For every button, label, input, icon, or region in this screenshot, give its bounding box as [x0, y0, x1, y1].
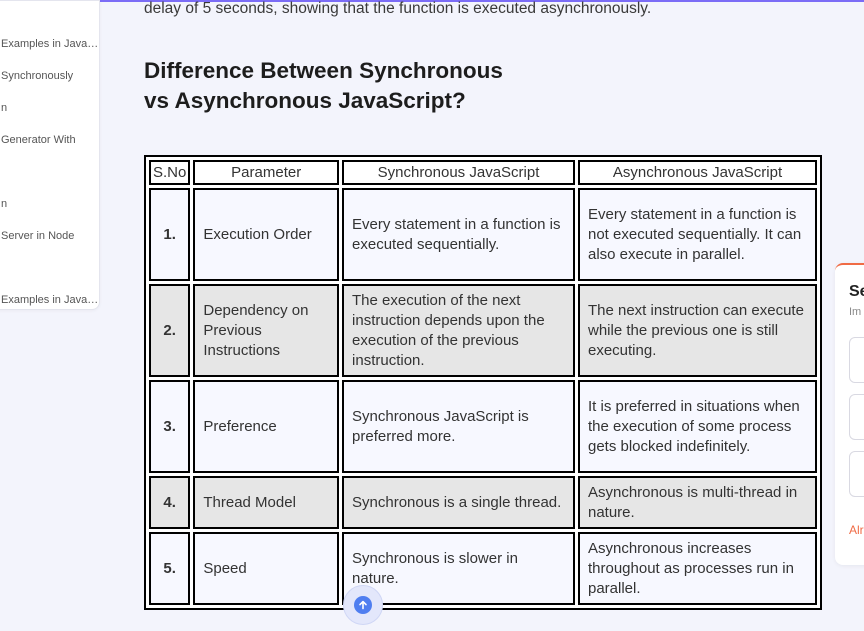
toc-item[interactable]: n — [1, 102, 99, 114]
form-input[interactable] — [849, 337, 864, 383]
signin-link[interactable]: Alr — [849, 523, 864, 537]
heading-line: vs Asynchronous JavaScript? — [144, 88, 466, 113]
form-input[interactable] — [849, 451, 864, 497]
comparison-table: S.No Parameter Synchronous JavaScript As… — [144, 155, 822, 610]
scroll-to-top-button[interactable] — [343, 585, 383, 625]
parameter-cell: Dependency on Previous Instructions — [193, 284, 340, 377]
table-of-contents: Examples in JavaScript Synchronously n G… — [0, 0, 100, 310]
column-header: Parameter — [193, 160, 340, 185]
column-header: Asynchronous JavaScript — [577, 160, 817, 185]
heading-line: Difference Between Synchronous — [144, 58, 503, 83]
section-heading: Difference Between Synchronous vs Asynch… — [144, 56, 564, 116]
row-number: 1. — [149, 188, 191, 281]
async-cell: Asynchronous is multi-thread in nature. — [577, 476, 817, 529]
signup-card-title: Se — [849, 283, 864, 300]
parameter-cell: Thread Model — [193, 476, 340, 529]
parameter-cell: Preference — [193, 380, 340, 473]
table-header-row: S.No Parameter Synchronous JavaScript As… — [149, 160, 817, 185]
arrow-up-icon — [354, 596, 372, 614]
table-row: 5. Speed Synchronous is slower in nature… — [149, 532, 817, 605]
parameter-cell: Speed — [193, 532, 340, 605]
table-row: 3. Preference Synchronous JavaScript is … — [149, 380, 817, 473]
signup-card: Se Im Alr — [835, 263, 864, 565]
column-header: S.No — [149, 160, 191, 185]
toc-item[interactable]: Synchronously — [1, 70, 99, 82]
parameter-cell: Execution Order — [193, 188, 340, 281]
async-cell: Asynchronous increases throughout as pro… — [577, 532, 817, 605]
toc-item[interactable]: Examples in JavaScript — [1, 38, 99, 50]
toc-item[interactable]: Examples in JavaScript — [1, 294, 99, 306]
toc-item[interactable]: Generator With — [1, 134, 99, 146]
column-header: Synchronous JavaScript — [342, 160, 575, 185]
async-cell: The next instruction can execute while t… — [577, 284, 817, 377]
row-number: 2. — [149, 284, 191, 377]
signup-card-subtitle: Im — [849, 306, 862, 318]
intro-text: delay of 5 seconds, showing that the fun… — [144, 0, 652, 17]
async-cell: It is preferred in situations when the e… — [577, 380, 817, 473]
sync-cell: The execution of the next instruction de… — [342, 284, 575, 377]
toc-item[interactable]: Server in Node — [1, 230, 99, 242]
row-number: 4. — [149, 476, 191, 529]
sync-cell: Synchronous is a single thread. — [342, 476, 575, 529]
table-row: 1. Execution Order Every statement in a … — [149, 188, 817, 281]
row-number: 5. — [149, 532, 191, 605]
async-cell: Every statement in a function is not exe… — [577, 188, 817, 281]
form-input[interactable] — [849, 394, 864, 440]
toc-item[interactable]: n — [1, 198, 99, 210]
sync-cell: Every statement in a function is execute… — [342, 188, 575, 281]
sync-cell: Synchronous JavaScript is preferred more… — [342, 380, 575, 473]
table-row: 2. Dependency on Previous Instructions T… — [149, 284, 817, 377]
table-row: 4. Thread Model Synchronous is a single … — [149, 476, 817, 529]
row-number: 3. — [149, 380, 191, 473]
